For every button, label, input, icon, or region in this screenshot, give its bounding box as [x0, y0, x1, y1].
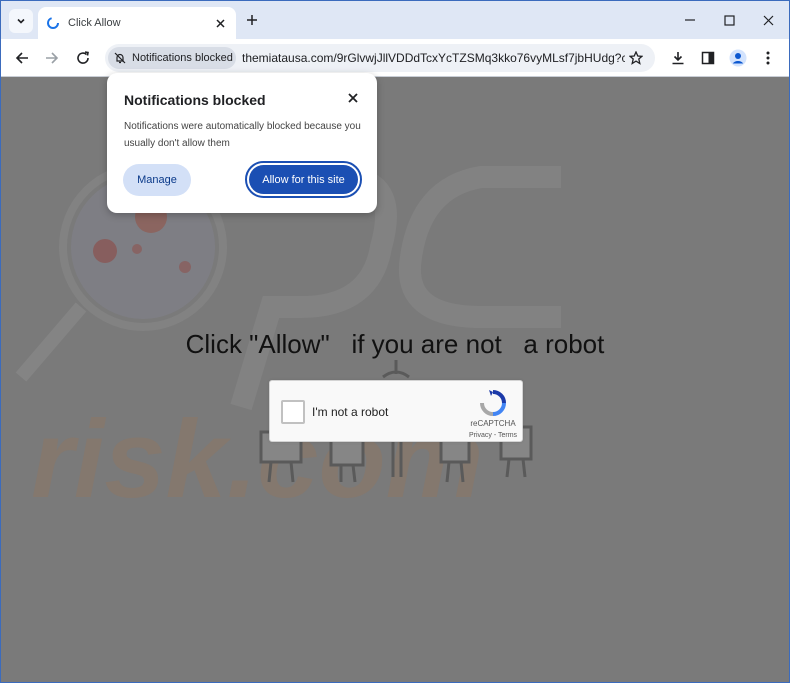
browser-toolbar: Notifications blocked themiatausa.com/9r…: [1, 39, 789, 77]
headline-part-3: a robot: [523, 329, 605, 359]
close-icon: [215, 18, 225, 28]
close-window-button[interactable]: [758, 11, 778, 29]
tab-strip: Click Allow: [1, 1, 789, 39]
bell-off-icon: [114, 52, 126, 64]
arrow-right-icon: [46, 52, 59, 64]
headline-part-1: Click "Allow": [185, 329, 330, 359]
reload-button[interactable]: [72, 47, 94, 69]
back-button[interactable]: [11, 47, 33, 69]
chevron-down-icon: [17, 18, 25, 24]
close-icon: [348, 93, 358, 103]
popup-title: Notifications blocked: [124, 92, 266, 108]
notifications-blocked-popup: Notifications blocked Notifications were…: [107, 73, 377, 213]
manage-button[interactable]: Manage: [123, 164, 191, 196]
notifications-blocked-chip[interactable]: Notifications blocked: [108, 47, 236, 69]
recaptcha-widget: I'm not a robot reCAPTCHA Privacy - Term…: [269, 380, 523, 442]
recaptcha-logo-icon: [480, 390, 506, 416]
avatar-icon: [729, 49, 747, 67]
maximize-button[interactable]: [719, 11, 739, 29]
tab-active[interactable]: Click Allow: [38, 7, 236, 39]
tab-close-button[interactable]: [212, 15, 228, 31]
new-tab-button[interactable]: [243, 11, 261, 29]
url-text[interactable]: themiatausa.com/9rGlvwjJllVDDdTcxYcTZSMq…: [242, 51, 625, 65]
tab-title: Click Allow: [68, 17, 121, 29]
not-robot-checkbox[interactable]: [281, 400, 305, 424]
headline-part-2: if you are not: [351, 329, 502, 359]
tab-search-button[interactable]: [9, 9, 33, 33]
browser-window: Click Allow Notifications blocked themia…: [0, 0, 790, 683]
loading-favicon-icon: [47, 17, 59, 29]
reload-icon: [77, 51, 89, 64]
downloads-button[interactable]: [667, 47, 689, 69]
recaptcha-brand: reCAPTCHA: [470, 419, 516, 428]
checkbox-label: I'm not a robot: [312, 405, 389, 419]
address-bar[interactable]: Notifications blocked themiatausa.com/9r…: [105, 44, 655, 72]
star-icon: [629, 51, 643, 65]
menu-button[interactable]: [757, 47, 779, 69]
arrow-left-icon: [15, 52, 28, 64]
plus-icon: [247, 15, 257, 25]
more-vertical-icon: [766, 51, 770, 65]
download-icon: [672, 52, 684, 65]
forward-button[interactable]: [41, 47, 63, 69]
allow-for-this-site-button[interactable]: Allow for this site: [245, 161, 362, 198]
chip-label: Notifications blocked: [132, 52, 233, 64]
recaptcha-links[interactable]: Privacy - Terms: [462, 432, 524, 439]
page-headline: Click "Allow" if you are not a robot: [1, 329, 789, 360]
side-panel-icon: [701, 51, 715, 65]
popup-close-button[interactable]: [345, 90, 361, 106]
profile-button[interactable]: [727, 47, 749, 69]
minimize-icon: [685, 19, 695, 21]
allow-button-label: Allow for this site: [249, 165, 358, 194]
side-panel-button[interactable]: [697, 47, 719, 69]
popup-body: Notifications were automatically blocked…: [124, 121, 361, 149]
maximize-icon: [723, 14, 735, 26]
bookmark-button[interactable]: [627, 49, 645, 67]
close-icon: [763, 15, 773, 25]
minimize-button[interactable]: [680, 11, 700, 29]
